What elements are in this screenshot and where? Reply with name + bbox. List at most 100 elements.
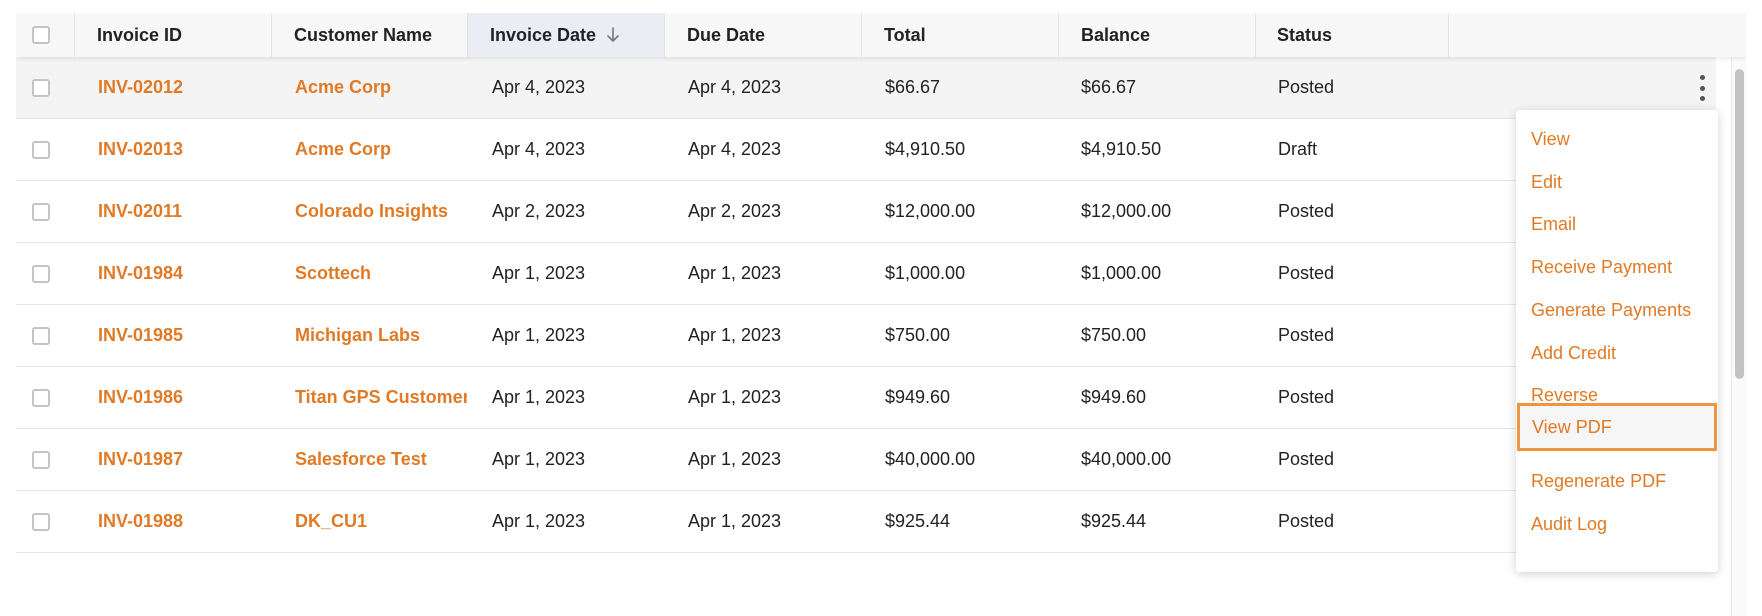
menu-item-audit-log[interactable]: Audit Log [1516,500,1718,548]
column-header-customer-name[interactable]: Customer Name [272,13,467,57]
column-header-status[interactable]: Status [1256,13,1448,57]
cell-invoice-date: Apr 4, 2023 [492,77,586,97]
cell-customer-name[interactable]: Colorado Insights [295,181,467,242]
row-checkbox[interactable] [32,264,50,283]
table-row[interactable]: INV-02011 Colorado Insights Apr 2, 2023 Apr… [16,181,1716,243]
cell-due-date: Apr 1, 2023 [688,387,782,407]
cell-invoice-id[interactable]: INV-02012 [98,57,270,118]
table-row[interactable]: INV-01984 Scottech Apr 1, 2023 Apr 1, 2023 $… [16,243,1716,305]
cell-balance: $750.00 [1081,325,1147,345]
column-header-label: Balance [1081,24,1151,45]
cell-customer-name[interactable]: Titan GPS Customer X [295,367,467,428]
table-row[interactable]: INV-02013 Acme Corp Apr 4, 2023 Apr 4, 2023… [16,119,1716,181]
row-select-cell[interactable] [32,491,60,552]
column-header-invoice-date[interactable]: Invoice Date [468,13,664,57]
column-header-label: Total [884,24,926,45]
column-divider [74,13,75,57]
cell-total: $949.60 [885,387,951,407]
table-header: Invoice ID Customer Name Invoice Date Du… [16,13,1746,57]
column-header-label: Status [1277,24,1333,45]
row-select-cell[interactable] [32,181,60,242]
menu-item-generate-payments[interactable]: Generate Payments [1516,286,1718,334]
cell-balance: $949.60 [1081,387,1147,407]
column-header-total[interactable]: Total [862,13,1058,57]
menu-item-edit[interactable]: Edit [1516,158,1718,206]
row-checkbox[interactable] [32,512,50,531]
cell-due-date: Apr 2, 2023 [688,201,782,221]
cell-invoice-date: Apr 1, 2023 [492,325,586,345]
menu-item-email[interactable]: Email [1516,200,1718,248]
cell-status: Posted [1278,263,1335,283]
header-select-all-cell[interactable] [32,13,60,57]
row-checkbox[interactable] [32,326,50,345]
row-select-cell[interactable] [32,57,60,118]
more-vertical-icon[interactable] [1690,75,1714,101]
table-row[interactable]: INV-01988 DK_CU1 Apr 1, 2023 Apr 1, 2023 $92… [16,491,1716,553]
vertical-scrollbar[interactable] [1731,57,1746,616]
cell-balance: $12,000.00 [1081,201,1172,221]
row-select-cell[interactable] [32,243,60,304]
select-all-checkbox[interactable] [32,26,50,44]
table-row[interactable]: INV-01987 Salesforce Test Apr 1, 2023 Apr 1… [16,429,1716,491]
row-select-cell[interactable] [32,305,60,366]
table-row[interactable]: INV-01986 Titan GPS Customer X Apr 1, 2023… [16,367,1716,429]
cell-customer-name[interactable]: Acme Corp [295,57,467,118]
cell-customer-name[interactable]: Scottech [295,243,467,304]
menu-item-regenerate-pdf[interactable]: Regenerate PDF [1516,457,1718,505]
menu-item-receive-payment[interactable]: Receive Payment [1516,243,1718,291]
row-checkbox[interactable] [32,202,50,221]
cell-balance: $40,000.00 [1081,449,1172,469]
cell-status: Posted [1278,77,1335,97]
column-header-invoice-id[interactable]: Invoice ID [97,13,271,57]
row-checkbox[interactable] [32,388,50,407]
cell-invoice-id[interactable]: INV-02011 [98,181,270,242]
cell-invoice-id[interactable]: INV-01986 [98,367,270,428]
cell-total: $66.67 [885,77,941,97]
cell-customer-name[interactable]: DK_CU1 [295,491,467,552]
cell-status: Posted [1278,201,1335,221]
cell-invoice-id[interactable]: INV-01985 [98,305,270,366]
cell-status: Draft [1278,139,1318,159]
cell-invoice-date: Apr 1, 2023 [492,263,586,283]
menu-item-view-pdf[interactable]: View PDF [1517,403,1717,451]
cell-total: $40,000.00 [885,449,976,469]
row-checkbox[interactable] [32,450,50,469]
cell-invoice-id[interactable]: INV-02013 [98,119,270,180]
cell-invoice-id[interactable]: INV-01987 [98,429,270,490]
row-select-cell[interactable] [32,367,60,428]
cell-status: Posted [1278,387,1335,407]
scrollbar-thumb[interactable] [1735,69,1744,379]
cell-customer-name[interactable]: Salesforce Test [295,429,467,490]
cell-invoice-id[interactable]: INV-01988 [98,491,270,552]
cell-balance: $66.67 [1081,77,1137,97]
row-checkbox[interactable] [32,140,50,159]
row-actions-menu: View Edit Email Receive Payment Generate Pay… [1516,110,1718,572]
column-header-label: Due Date [687,24,766,45]
cell-due-date: Apr 4, 2023 [688,139,782,159]
cell-customer-name[interactable]: Acme Corp [295,119,467,180]
row-checkbox[interactable] [32,78,50,97]
cell-due-date: Apr 1, 2023 [688,325,782,345]
cell-balance: $4,910.50 [1081,139,1162,159]
column-header-balance[interactable]: Balance [1059,13,1255,57]
table-row[interactable]: INV-02012 Acme Corp Apr 4, 2023 Apr 4, 2023… [16,57,1716,119]
cell-invoice-date: Apr 2, 2023 [492,201,586,221]
arrow-down-icon[interactable] [606,27,620,43]
cell-status: Posted [1278,325,1335,345]
cell-customer-name[interactable]: Michigan Labs [295,305,467,366]
column-header-label: Invoice ID [97,24,183,45]
cell-total: $750.00 [885,325,951,345]
row-select-cell[interactable] [32,429,60,490]
cell-balance: $1,000.00 [1081,263,1162,283]
column-header-due-date[interactable]: Due Date [665,13,861,57]
column-header-label: Invoice Date [490,24,597,45]
cell-due-date: Apr 1, 2023 [688,263,782,283]
row-select-cell[interactable] [32,119,60,180]
menu-item-view[interactable]: View [1516,115,1718,163]
invoice-table: Invoice ID Customer Name Invoice Date Du… [16,13,1746,616]
kebab-dot [1699,96,1705,101]
cell-balance: $925.44 [1081,511,1147,531]
menu-item-add-credit[interactable]: Add Credit [1516,329,1718,377]
cell-invoice-id[interactable]: INV-01984 [98,243,270,304]
table-row[interactable]: INV-01985 Michigan Labs Apr 1, 2023 Apr 1, … [16,305,1716,367]
